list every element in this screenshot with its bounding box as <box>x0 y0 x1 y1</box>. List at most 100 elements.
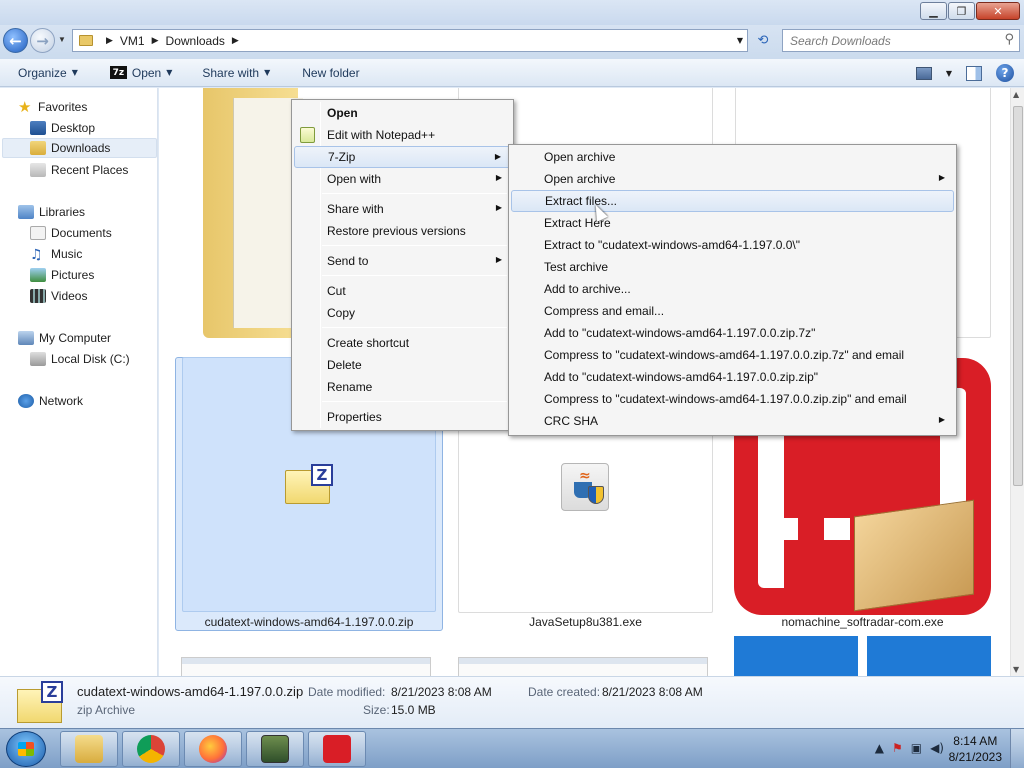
close-button[interactable]: ✕ <box>976 2 1020 20</box>
menu-send-to[interactable]: Send to ▶ <box>294 250 511 272</box>
nav-my-computer[interactable]: My Computer <box>18 328 111 348</box>
nav-pictures[interactable]: Pictures <box>30 265 94 285</box>
scrollbar-thumb[interactable] <box>1013 106 1023 486</box>
back-button[interactable]: ← <box>3 28 28 53</box>
submenu-compress-zip-email[interactable]: Compress to "cudatext-windows-amd64-1.19… <box>511 388 954 410</box>
submenu-extract-to-folder[interactable]: Extract to "cudatext-windows-amd64-1.197… <box>511 234 954 256</box>
show-desktop-button[interactable] <box>1010 729 1024 768</box>
help-icon[interactable]: ? <box>996 64 1014 82</box>
submenu-add-to-7z[interactable]: Add to "cudatext-windows-amd64-1.197.0.0… <box>511 322 954 344</box>
change-view-icon[interactable] <box>915 66 932 80</box>
recent-pages-dropdown[interactable]: ▼ <box>58 35 66 44</box>
taskbar-explorer[interactable] <box>60 731 118 767</box>
organize-button[interactable]: Organize ▼ <box>18 66 78 80</box>
nav-documents[interactable]: Documents <box>30 223 112 243</box>
new-folder-button[interactable]: New folder <box>302 66 359 80</box>
menu-properties[interactable]: Properties <box>294 406 511 428</box>
submenu-extract-here[interactable]: Extract Here <box>511 212 954 234</box>
forward-button[interactable]: → <box>30 28 55 53</box>
chevron-right-icon[interactable]: ▶ <box>106 36 113 46</box>
file-thumbnail[interactable] <box>867 636 991 676</box>
menu-restore-versions[interactable]: Restore previous versions <box>294 220 511 242</box>
zip-archive-icon[interactable]: Z <box>285 464 333 504</box>
address-bar[interactable]: ▶ VM1 ▶ Downloads ▶ ▼ <box>72 29 748 52</box>
nav-libraries[interactable]: Libraries <box>18 202 85 222</box>
details-modified-value: 8/21/2023 8:08 AM <box>391 685 492 699</box>
share-with-button[interactable]: Share with ▼ <box>202 66 270 80</box>
submenu-compress-7z-email[interactable]: Compress to "cudatext-windows-amd64-1.19… <box>511 344 954 366</box>
menu-cut[interactable]: Cut <box>294 280 511 302</box>
taskbar-app[interactable] <box>246 731 304 767</box>
breadcrumb-downloads[interactable]: Downloads ▶ <box>166 34 246 48</box>
documents-icon <box>30 226 46 240</box>
volume-icon[interactable]: ◀) <box>930 741 944 755</box>
computer-icon <box>18 331 34 345</box>
title-bar: ▁ ❐ ✕ <box>0 0 1024 25</box>
submenu-open-archive-with[interactable]: Open archive ▶ <box>511 168 954 190</box>
taskbar-firefox[interactable] <box>184 731 242 767</box>
videos-icon <box>30 289 46 303</box>
submenu-arrow-icon: ▶ <box>495 203 502 212</box>
view-dropdown-icon[interactable]: ▼ <box>946 69 952 78</box>
search-icon[interactable]: ⚲ <box>1004 32 1014 47</box>
file-thumbnail[interactable] <box>458 657 708 676</box>
nav-recent-places[interactable]: Recent Places <box>30 160 128 180</box>
minimize-button[interactable]: ▁ <box>920 2 947 20</box>
file-thumbnail[interactable] <box>181 657 431 676</box>
menu-share-with[interactable]: Share with ▶ <box>294 198 511 220</box>
submenu-crc-sha[interactable]: CRC SHA ▶ <box>511 410 954 432</box>
nav-music[interactable]: ♫ Music <box>30 244 82 264</box>
submenu-extract-files[interactable]: Extract files... <box>511 190 954 212</box>
menu-create-shortcut[interactable]: Create shortcut <box>294 332 511 354</box>
scroll-down-icon[interactable]: ▼ <box>1013 665 1019 674</box>
nav-videos[interactable]: Videos <box>30 286 87 306</box>
vertical-scrollbar[interactable]: ▲ ▼ <box>1010 88 1024 676</box>
file-name-zip[interactable]: cudatext-windows-amd64-1.197.0.0.zip <box>175 615 443 629</box>
details-size-value: 15.0 MB <box>391 703 436 717</box>
nav-desktop[interactable]: Desktop <box>30 118 95 138</box>
scroll-up-icon[interactable]: ▲ <box>1013 90 1019 99</box>
address-dropdown-icon[interactable]: ▼ <box>737 36 743 45</box>
folder-icon <box>75 735 103 763</box>
breadcrumb-vm1[interactable]: VM1 ▶ <box>120 34 166 48</box>
taskbar-chrome[interactable] <box>122 731 180 767</box>
menu-open-with[interactable]: Open with ▶ <box>294 168 511 190</box>
java-installer-icon[interactable]: ≈ <box>561 463 609 511</box>
maximize-button[interactable]: ❐ <box>948 2 975 20</box>
taskbar-nomachine[interactable] <box>308 731 366 767</box>
file-name-nomachine[interactable]: nomachine_softradar-com.exe <box>724 615 1001 629</box>
network-status-icon[interactable]: ▣ <box>911 741 922 755</box>
start-button[interactable] <box>6 731 46 767</box>
system-tray: ▲ ⚑ ▣ ◀) <box>875 741 944 755</box>
menu-edit-notepad[interactable]: Edit with Notepad++ <box>294 124 511 146</box>
nav-local-disk[interactable]: Local Disk (C:) <box>30 349 130 369</box>
system-clock[interactable]: 8:14 AM 8/21/2023 <box>949 733 1002 765</box>
menu-open[interactable]: Open <box>294 102 511 124</box>
file-thumbnail[interactable] <box>734 636 858 676</box>
submenu-open-archive[interactable]: Open archive <box>511 146 954 168</box>
nav-favorites[interactable]: ★ Favorites <box>18 97 87 117</box>
file-name-java[interactable]: JavaSetup8u381.exe <box>458 615 713 629</box>
preview-pane-icon[interactable] <box>966 65 982 81</box>
menu-7zip[interactable]: 7-Zip ▶ <box>294 146 511 168</box>
nav-downloads[interactable]: Downloads <box>2 138 157 158</box>
submenu-arrow-icon: ▶ <box>938 415 945 424</box>
menu-separator <box>322 193 507 194</box>
search-input[interactable]: Search Downloads ⚲ <box>782 29 1020 52</box>
action-center-icon[interactable]: ⚑ <box>892 741 903 755</box>
open-button[interactable]: 7z Open ▼ <box>109 66 172 80</box>
folder-icon <box>79 35 93 46</box>
submenu-add-to-archive[interactable]: Add to archive... <box>511 278 954 300</box>
show-hidden-icons-icon[interactable]: ▲ <box>875 741 884 755</box>
submenu-add-to-zip[interactable]: Add to "cudatext-windows-amd64-1.197.0.0… <box>511 366 954 388</box>
hard-disk-icon <box>30 352 46 366</box>
menu-copy[interactable]: Copy <box>294 302 511 324</box>
submenu-compress-email[interactable]: Compress and email... <box>511 300 954 322</box>
7zip-icon: 7z <box>109 66 127 79</box>
submenu-test-archive[interactable]: Test archive <box>511 256 954 278</box>
nav-network[interactable]: Network <box>18 391 83 411</box>
refresh-icon[interactable]: ⟲ <box>752 29 774 52</box>
menu-delete[interactable]: Delete <box>294 354 511 376</box>
menu-rename[interactable]: Rename <box>294 376 511 398</box>
folder-thumbnail[interactable] <box>203 88 303 338</box>
